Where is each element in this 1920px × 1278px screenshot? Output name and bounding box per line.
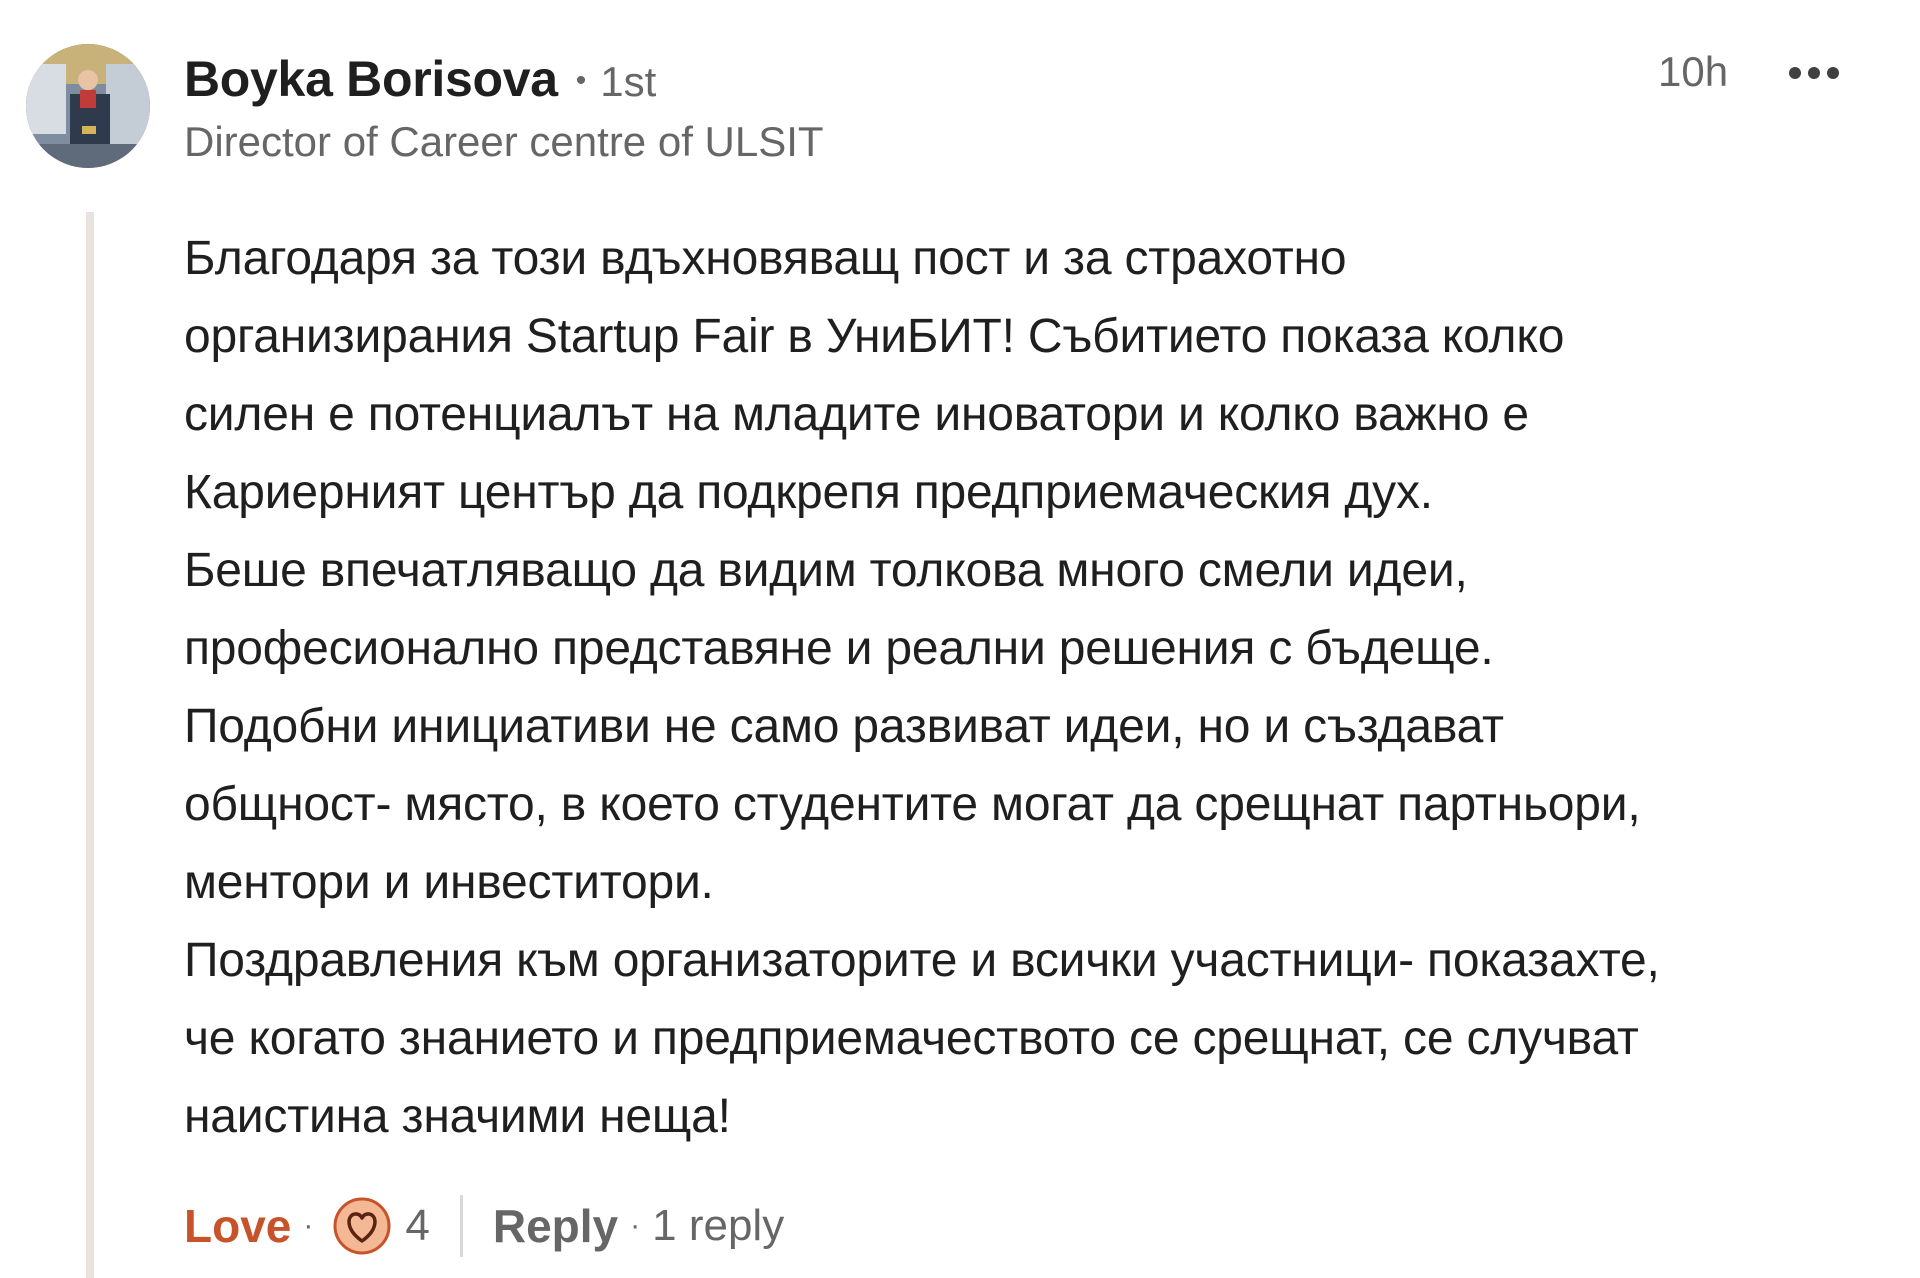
more-options-button[interactable] [1776, 48, 1852, 98]
reaction-count[interactable]: 4 [405, 1201, 429, 1251]
comment-body-line: ментори и инвеститори. [184, 856, 714, 909]
reply-count-link[interactable]: 1 reply [652, 1201, 784, 1251]
avatar-photo [26, 44, 150, 168]
actions-divider [459, 1195, 463, 1257]
author-avatar[interactable] [26, 44, 150, 168]
connection-degree: 1st [600, 58, 657, 105]
author-headline: Director of Career centre of ULSIT [184, 118, 824, 165]
name-separator: • [575, 64, 587, 97]
comment-body-line: че когато знанието и предприемачеството … [184, 1012, 1639, 1065]
comment-card: Boyka Borisova • 1st Director of Career … [0, 0, 1920, 1278]
love-reaction-button[interactable]: Love [184, 1199, 291, 1253]
comment-body-line: наистина значими неща! [184, 1090, 731, 1143]
comment-timestamp: 10h [1658, 48, 1729, 95]
action-separator: · [303, 1209, 314, 1242]
ellipsis-icon [1789, 67, 1839, 79]
comment-body-line: силен е потенциалът на младите иноватори… [184, 388, 1529, 441]
comment-body: Благодаря за този вдъхновяващ пост и за … [184, 220, 1904, 1156]
comment-body-line: Беше впечатляващо да видим толкова много… [184, 544, 1468, 597]
action-separator: · [630, 1209, 641, 1242]
comment-actions: Love · 4 Reply · 1 reply [184, 1190, 784, 1262]
comment-body-line: общност- място, в което студентите могат… [184, 778, 1641, 831]
comment-body-line: професионално представяне и реални решен… [184, 622, 1494, 675]
author-name-row: Boyka Borisova • 1st [184, 50, 656, 116]
author-name[interactable]: Boyka Borisova [184, 50, 558, 108]
thread-line [86, 212, 94, 1278]
comment-body-line: Кариерният център да подкрепя предприема… [184, 466, 1433, 519]
comment-body-line: Благодаря за този вдъхновяващ пост и за … [184, 232, 1347, 285]
comment-body-line: Подобни инициативи не само развиват идеи… [184, 700, 1504, 753]
comment-body-line: организирания Startup Fair в УниБИТ! Съб… [184, 310, 1565, 363]
comment-body-line: Поздравления към организаторите и всички… [184, 934, 1660, 987]
reply-button[interactable]: Reply [493, 1199, 618, 1253]
love-heart-icon[interactable] [333, 1197, 391, 1255]
